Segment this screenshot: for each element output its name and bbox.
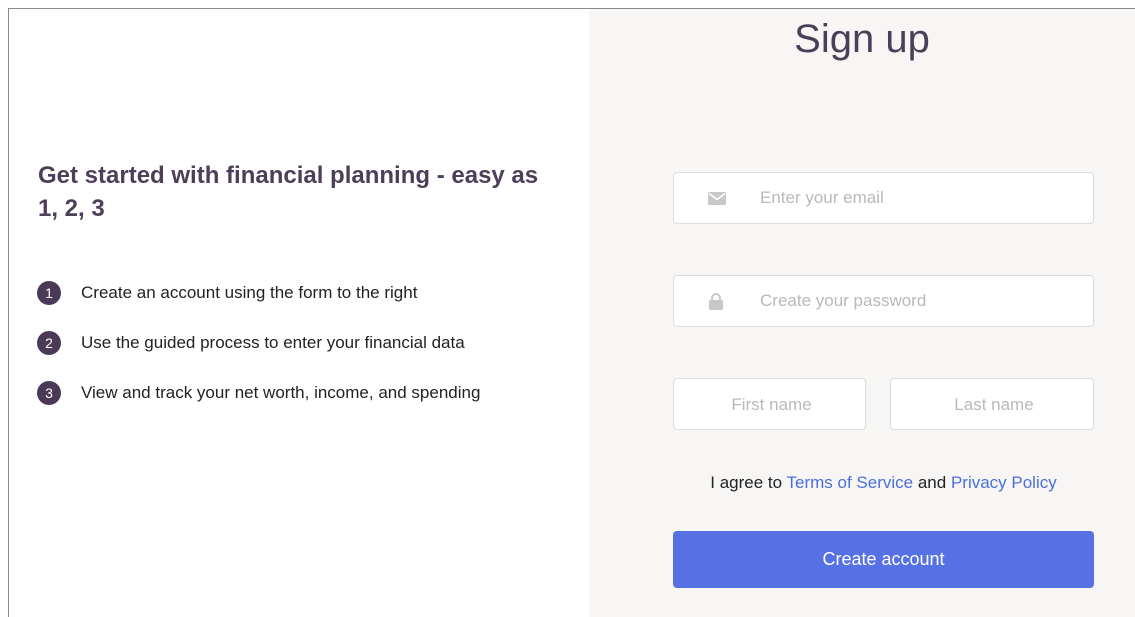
step-number-badge: 2 <box>37 331 61 355</box>
first-name-input[interactable] <box>674 379 869 431</box>
email-field-wrapper <box>673 172 1094 224</box>
step-number-badge: 3 <box>37 381 61 405</box>
first-name-field-wrapper <box>673 378 869 431</box>
step-text: Create an account using the form to the … <box>81 283 418 302</box>
step-text: Use the guided process to enter your fin… <box>81 333 465 352</box>
last-name-input[interactable] <box>891 379 1097 431</box>
intro-headline: Get started with financial planning - ea… <box>38 162 539 222</box>
terms-of-service-link[interactable]: Terms of Service <box>787 473 914 492</box>
privacy-policy-link[interactable]: Privacy Policy <box>951 473 1057 492</box>
steps-list: 1 Create an account using the form to th… <box>37 281 480 431</box>
step-item-2: 2 Use the guided process to enter your f… <box>37 331 480 355</box>
last-name-field-wrapper <box>890 378 1097 431</box>
step-item-1: 1 Create an account using the form to th… <box>37 281 480 305</box>
step-number-badge: 1 <box>37 281 61 305</box>
step-text: View and track your net worth, income, a… <box>81 383 481 402</box>
agree-prefix: I agree to <box>710 473 783 492</box>
lock-icon <box>708 276 724 326</box>
password-input[interactable] <box>674 276 1093 326</box>
agree-conjunction: and <box>917 473 947 492</box>
email-input[interactable] <box>674 173 1093 223</box>
envelope-icon <box>708 173 726 223</box>
password-field-wrapper <box>673 275 1094 327</box>
signup-title: Sign up <box>794 17 930 61</box>
terms-agreement: I agree to Terms of Service and Privacy … <box>673 473 1094 493</box>
intro-panel: Get started with financial planning - ea… <box>9 9 589 617</box>
step-item-3: 3 View and track your net worth, income,… <box>37 381 480 405</box>
signup-form-panel: Sign up I agree to Terms of Service and … <box>589 9 1135 617</box>
create-account-button[interactable]: Create account <box>673 531 1094 588</box>
